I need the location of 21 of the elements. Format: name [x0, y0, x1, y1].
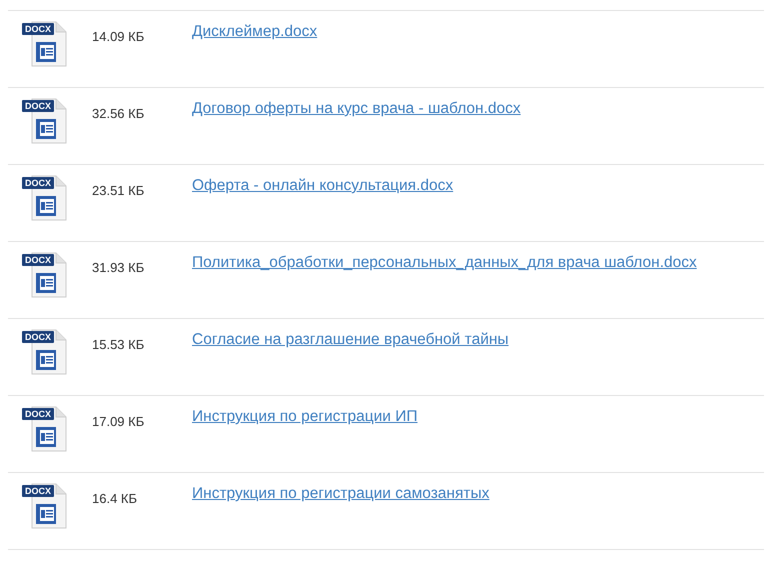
file-size: 16.4 КБ — [92, 490, 138, 508]
file-size: 17.09 КБ — [92, 413, 146, 431]
file-link[interactable]: Согласие на разглашение врачебной тайны — [192, 328, 509, 352]
file-link[interactable]: Инструкция по регистрации самозанятых — [192, 482, 490, 506]
file-size: 31.93 КБ — [92, 259, 146, 277]
file-size: 14.09 КБ — [92, 28, 146, 46]
file-link[interactable]: Инструкция по регистрации ИП — [192, 405, 418, 428]
file-type-label: DOCX — [22, 331, 54, 343]
file-type-label: DOCX — [22, 177, 54, 189]
file-link[interactable]: Дисклеймер.docx — [192, 20, 318, 44]
file-size: 15.53 КБ — [92, 336, 146, 354]
file-size: 23.51 КБ — [92, 182, 146, 200]
file-link[interactable]: Оферта - онлайн консультация.docx — [192, 174, 454, 198]
file-link[interactable]: Политика_обработки_персональных_данных_для врача шаблон.docx — [192, 251, 697, 274]
file-type-label: DOCX — [22, 408, 54, 420]
file-type-label: DOCX — [22, 485, 54, 497]
file-type-label: DOCX — [22, 254, 54, 266]
file-type-label: DOCX — [22, 23, 54, 35]
file-type-label: DOCX — [22, 100, 54, 112]
file-link[interactable]: Договор оферты на курс врача - шаблон.docx — [192, 97, 521, 120]
file-size: 32.56 КБ — [92, 105, 146, 123]
